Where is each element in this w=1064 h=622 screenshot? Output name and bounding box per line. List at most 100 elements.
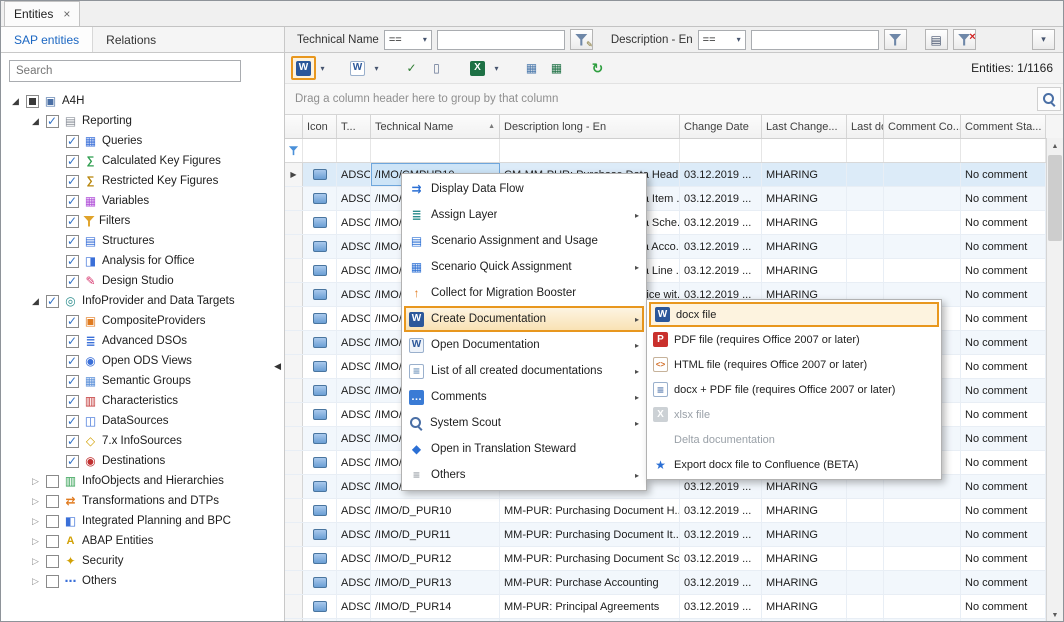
filter-cell[interactable] (762, 139, 847, 162)
scenario-check-button[interactable]: ✓ (399, 56, 424, 80)
tree-item-design-studio[interactable]: ✎Design Studio (1, 271, 284, 291)
menu-item-system-scout[interactable]: System Scout▸ (404, 410, 644, 436)
checkbox-checked[interactable] (66, 175, 79, 188)
checkbox-checked[interactable] (46, 295, 59, 308)
table-row[interactable]: ADSO/IMO/D_PUR13MM-PUR: Purchase Account… (285, 571, 1046, 595)
checkbox-checked[interactable] (66, 435, 79, 448)
column-header-technical-name[interactable]: Technical Name▲ (371, 115, 500, 138)
excel-export-button[interactable]: X (465, 56, 490, 80)
tree-item-others[interactable]: ▷⋯Others (1, 571, 284, 591)
expander-collapsed-icon[interactable]: ▷ (29, 536, 42, 547)
clear-filter-button[interactable]: × (953, 29, 976, 50)
scroll-down-icon[interactable]: ▼ (1047, 607, 1063, 622)
checkbox-unchecked[interactable] (46, 515, 59, 528)
tree-item-transformations-and-dtps[interactable]: ▷⇄Transformations and DTPs (1, 491, 284, 511)
description-operator-select[interactable]: == ▾ (698, 30, 746, 50)
table-row[interactable]: ADSO/IMO/...CM-MM-PUR: Purchase Data Lin… (285, 259, 1046, 283)
expander-collapsed-icon[interactable]: ▷ (29, 516, 42, 527)
column-header-icon[interactable]: Icon (303, 115, 337, 138)
description-filter-input[interactable] (751, 30, 879, 50)
expander-expanded-icon[interactable]: ◢ (9, 96, 22, 107)
expander-collapsed-icon[interactable]: ▷ (29, 476, 42, 487)
checkbox-checked[interactable] (66, 275, 79, 288)
menu-item-html-file-requires-office-2007-or-later[interactable]: <>HTML file (requires Office 2007 or lat… (649, 352, 939, 377)
table-row[interactable]: ADSO/IMO/D_PUR11MM-PUR: Purchasing Docum… (285, 523, 1046, 547)
column-header-comment-co[interactable]: Comment Co... (884, 115, 961, 138)
checkbox-checked[interactable] (66, 455, 79, 468)
checkbox-checked[interactable] (66, 375, 79, 388)
tree-item-calculated-key-figures[interactable]: ∑Calculated Key Figures (1, 151, 284, 171)
group-by-panel[interactable]: Drag a column header here to group by th… (285, 84, 1063, 115)
tree-item-7-x-infosources[interactable]: ◇7.x InfoSources (1, 431, 284, 451)
tree-item-semantic-groups[interactable]: ▦Semantic Groups (1, 371, 284, 391)
menu-item-display-data-flow[interactable]: ⇉Display Data Flow (404, 176, 644, 202)
expander-collapsed-icon[interactable]: ▷ (29, 556, 42, 567)
checkbox-checked[interactable] (66, 195, 79, 208)
menu-item-export-docx-file-to-confluence-beta[interactable]: ★Export docx file to Confluence (BETA) (649, 452, 939, 477)
filter-cell[interactable] (884, 139, 961, 162)
tree-item-destinations[interactable]: ◉Destinations (1, 451, 284, 471)
checkbox-checked[interactable] (66, 215, 79, 228)
checkbox-checked[interactable] (66, 135, 79, 148)
tab-relations[interactable]: Relations (93, 27, 169, 52)
filter-cell[interactable] (500, 139, 680, 162)
tree-item-reporting[interactable]: ◢▤Reporting (1, 111, 284, 131)
tree-item-infoobjects-and-hierarchies[interactable]: ▷▥InfoObjects and Hierarchies (1, 471, 284, 491)
column-header-change-date[interactable]: Change Date (680, 115, 762, 138)
table-row[interactable]: ADSO/IMO/D_PUR10MM-PUR: Purchasing Docum… (285, 499, 1046, 523)
scroll-up-icon[interactable]: ▲ (1047, 138, 1063, 154)
device-preview-button[interactable]: ▯ (424, 56, 449, 80)
filter-button[interactable] (884, 29, 907, 50)
tab-sap-entities[interactable]: SAP entities (1, 27, 93, 52)
open-docx-button-dropdown[interactable]: ▾ (370, 64, 383, 73)
tab-close-icon[interactable]: × (63, 8, 70, 20)
tree-item-advanced-dsos[interactable]: ≣Advanced DSOs (1, 331, 284, 351)
tree-item-open-ods-views[interactable]: ◉Open ODS Views (1, 351, 284, 371)
open-docx-button[interactable]: W (345, 56, 370, 80)
refresh-button[interactable]: ↻ (585, 56, 610, 80)
checkbox-checked[interactable] (66, 315, 79, 328)
expander-expanded-icon[interactable]: ◢ (29, 116, 42, 127)
filter-cell[interactable] (371, 139, 500, 162)
checkbox-checked[interactable] (66, 255, 79, 268)
filter-cell[interactable] (847, 139, 884, 162)
tree-search-input[interactable] (9, 60, 241, 82)
tree-item-queries[interactable]: ▦Queries (1, 131, 284, 151)
search-button[interactable] (1037, 87, 1061, 111)
column-header-last-change[interactable]: Last Change... (762, 115, 847, 138)
tree-item-analysis-for-office[interactable]: ◨Analysis for Office (1, 251, 284, 271)
checkbox-unchecked[interactable] (46, 475, 59, 488)
column-header-last-doc[interactable]: Last doc. (847, 115, 884, 138)
column-header-description-long-en[interactable]: Description long - En (500, 115, 680, 138)
checkbox-unchecked[interactable] (46, 555, 59, 568)
menu-item-comments[interactable]: …Comments▸ (404, 384, 644, 410)
copy-grid-button[interactable]: ▦ (519, 56, 544, 80)
create-docx-button-dropdown[interactable]: ▾ (316, 64, 329, 73)
menu-item-assign-layer[interactable]: ≣Assign Layer▸ (404, 202, 644, 228)
menu-item-others[interactable]: ≡Others▸ (404, 462, 644, 488)
checkbox-unchecked[interactable] (46, 535, 59, 548)
menu-item-scenario-quick-assignment[interactable]: ▦Scenario Quick Assignment▸ (404, 254, 644, 280)
checkbox-checked[interactable] (66, 155, 79, 168)
tree-item-variables[interactable]: ▦Variables (1, 191, 284, 211)
checkbox-checked[interactable] (66, 415, 79, 428)
table-row[interactable]: ADSO/IMO/...CM-MM-PUR: Purchase Data Ite… (285, 187, 1046, 211)
checkbox-checked[interactable] (66, 335, 79, 348)
custom-filter-button[interactable]: ✎ (570, 29, 593, 50)
menu-item-open-in-translation-steward[interactable]: ◆Open in Translation Steward (404, 436, 644, 462)
tree-item-structures[interactable]: ▤Structures (1, 231, 284, 251)
tree-item-integrated-planning-and-bpc[interactable]: ▷◧Integrated Planning and BPC (1, 511, 284, 531)
tree-item-characteristics[interactable]: ▥Characteristics (1, 391, 284, 411)
filter-cell[interactable] (303, 139, 337, 162)
tree-item-datasources[interactable]: ◫DataSources (1, 411, 284, 431)
expander-collapsed-icon[interactable]: ▷ (29, 496, 42, 507)
filter-cell[interactable] (961, 139, 1046, 162)
tree-item-filters[interactable]: Filters (1, 211, 284, 231)
checkbox-checked[interactable] (66, 235, 79, 248)
scroll-thumb[interactable] (1048, 155, 1062, 241)
menu-item-docx-file[interactable]: Wdocx file (649, 302, 939, 327)
column-header-t[interactable]: T... (337, 115, 371, 138)
menu-item-open-documentation[interactable]: WOpen Documentation▸ (404, 332, 644, 358)
tree-item-restricted-key-figures[interactable]: ∑Restricted Key Figures (1, 171, 284, 191)
checkbox-checked[interactable] (66, 395, 79, 408)
